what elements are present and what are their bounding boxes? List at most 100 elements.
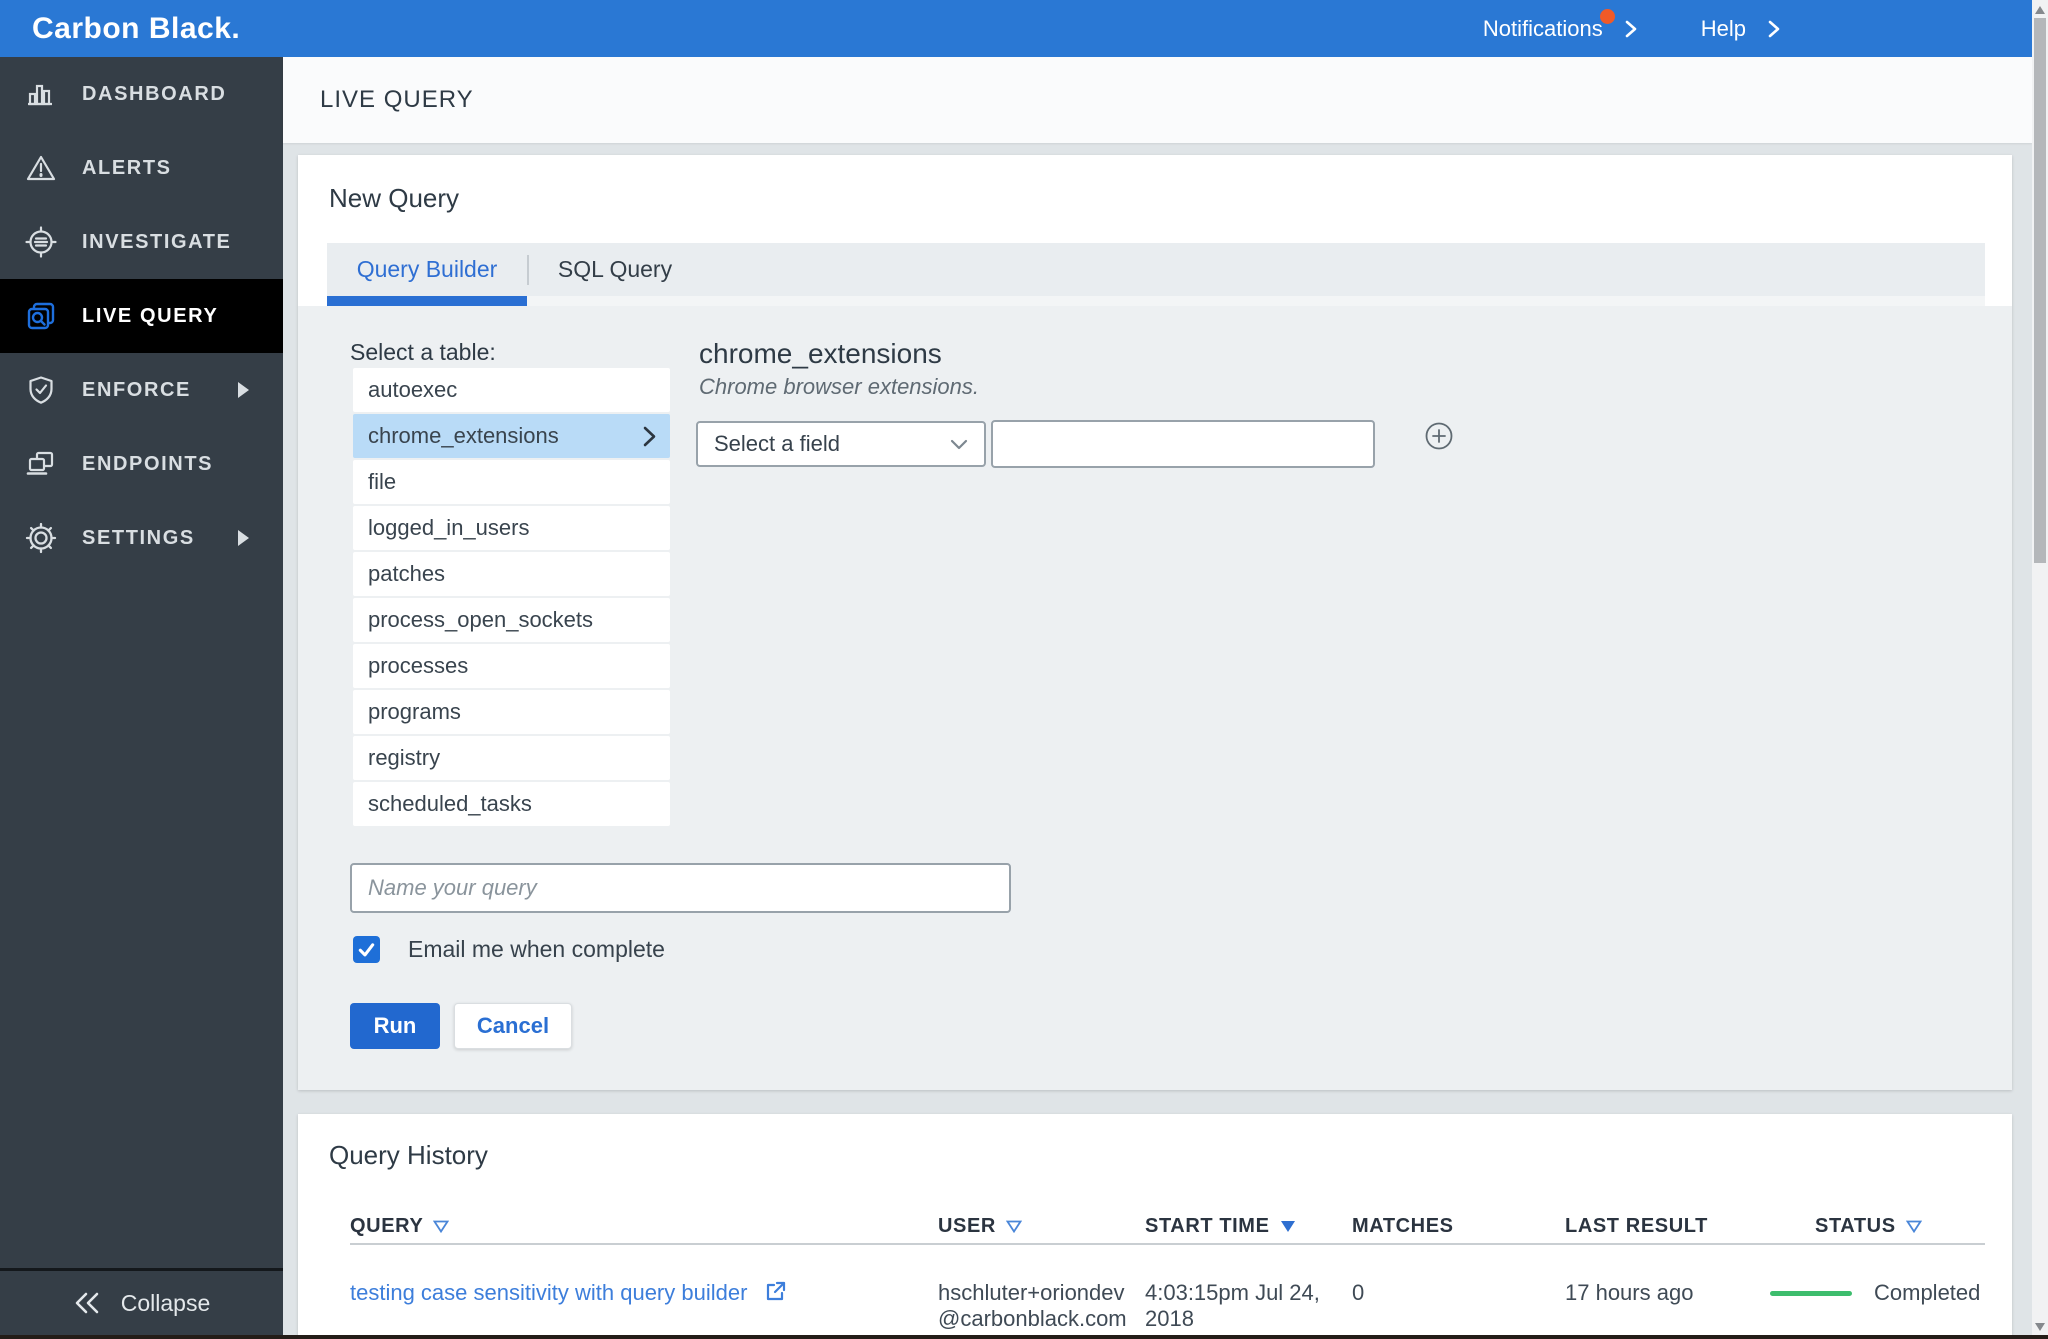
tab-sql-query[interactable]: SQL Query <box>529 256 701 283</box>
submenu-caret-icon <box>238 382 249 398</box>
sidebar-item-label: ENDPOINTS <box>82 452 214 475</box>
sidebar-item-enforce[interactable]: ENFORCE <box>0 353 283 427</box>
column-label: USER <box>938 1215 996 1237</box>
query-builder-body: Select a table: autoexec chrome_extensio… <box>298 306 2012 1090</box>
select-table-label: Select a table: <box>350 339 496 365</box>
help-button[interactable]: Help <box>1701 16 1780 42</box>
query-link[interactable]: testing case sensitivity with query buil… <box>350 1280 747 1305</box>
sidebar-item-alerts[interactable]: ALERTS <box>0 131 283 205</box>
help-label: Help <box>1700 15 1746 41</box>
history-table-row: testing case sensitivity with query buil… <box>350 1280 1985 1332</box>
run-button[interactable]: Run <box>350 1003 440 1049</box>
column-header-last-result: LAST RESULT <box>1565 1215 1770 1238</box>
table-option-logged-in-users[interactable]: logged_in_users <box>353 506 670 550</box>
sidebar-item-investigate[interactable]: INVESTIGATE <box>0 205 283 279</box>
table-option-chrome-extensions[interactable]: chrome_extensions <box>353 414 670 458</box>
page-title: LIVE QUERY <box>320 86 474 113</box>
sidebar-item-label: INVESTIGATE <box>82 230 232 253</box>
email-checkbox[interactable] <box>353 936 380 963</box>
field-value-input[interactable] <box>991 420 1375 468</box>
column-header-start-time[interactable]: START TIME <box>1145 1215 1352 1238</box>
column-header-matches: MATCHES <box>1352 1215 1565 1238</box>
column-header-status[interactable]: STATUS <box>1770 1215 1985 1238</box>
column-label: QUERY <box>350 1215 424 1237</box>
add-condition-button[interactable] <box>1424 421 1454 451</box>
sidebar-item-label: SETTINGS <box>82 526 195 549</box>
chevron-right-icon <box>1625 20 1637 37</box>
sidebar-item-dashboard[interactable]: DASHBOARD <box>0 57 283 131</box>
sidebar-collapse-button[interactable]: Collapse <box>0 1268 283 1335</box>
notifications-label: Notifications <box>1482 15 1603 41</box>
column-label: MATCHES <box>1352 1215 1454 1237</box>
bar-chart-icon <box>28 84 52 106</box>
notifications-button[interactable]: Notifications <box>1482 8 1637 42</box>
sidebar-item-label: ALERTS <box>82 156 172 179</box>
new-query-title: New Query <box>329 183 460 213</box>
notification-badge-dot <box>1599 8 1615 24</box>
status-label: Completed <box>1874 1280 1981 1305</box>
sidebar-item-live-query[interactable]: LIVE QUERY <box>0 279 283 353</box>
table-option-process-open-sockets[interactable]: process_open_sockets <box>353 598 670 642</box>
last-result-cell: 17 hours ago <box>1565 1280 1694 1305</box>
query-tabs: Query Builder SQL Query <box>327 243 1985 296</box>
main-content: LIVE QUERY New Query Query Builder SQL Q… <box>283 57 2032 1339</box>
table-option-processes[interactable]: processes <box>353 644 670 688</box>
field-select-dropdown[interactable]: Select a field <box>696 421 986 467</box>
cancel-button[interactable]: Cancel <box>454 1003 572 1049</box>
matches-cell: 0 <box>1352 1280 1365 1305</box>
shield-check-icon <box>29 376 53 404</box>
table-option-label: chrome_extensions <box>368 423 559 448</box>
investigate-scope-icon <box>25 226 57 258</box>
scrollbar-thumb[interactable] <box>2034 18 2046 563</box>
table-option-autoexec[interactable]: autoexec <box>353 368 670 412</box>
sidebar-nav: DASHBOARD ALERTS INVESTIGATE LIVE QUERY <box>0 57 283 1339</box>
live-query-search-icon <box>27 302 55 330</box>
table-option-file[interactable]: file <box>353 460 670 504</box>
top-bar-actions: Notifications Help <box>1482 8 1780 42</box>
sidebar-item-settings[interactable]: SETTINGS <box>0 501 283 575</box>
alert-triangle-icon <box>26 155 56 181</box>
chevron-down-icon <box>950 439 968 449</box>
column-header-user[interactable]: USER <box>938 1215 1145 1238</box>
column-label: LAST RESULT <box>1565 1215 1708 1237</box>
start-time-cell: 4:03:15pm Jul 24, 2018 <box>1145 1280 1320 1331</box>
tab-underline-track <box>327 296 1985 306</box>
app-window: Carbon Black. Notifications Help DASHBOA… <box>0 0 2048 1339</box>
field-select-value: Select a field <box>714 431 840 456</box>
table-list: autoexec chrome_extensions file logged_i… <box>353 368 670 828</box>
chevron-right-icon <box>643 426 656 447</box>
history-table-header: QUERY USER START TIME MATCHES LAST RESUL… <box>350 1215 1985 1238</box>
active-tab-underline <box>327 296 527 306</box>
sort-triangle-outline-icon <box>433 1220 450 1233</box>
tab-query-builder[interactable]: Query Builder <box>327 256 527 283</box>
window-bottom-edge <box>0 1335 2048 1339</box>
column-header-query[interactable]: QUERY <box>350 1215 938 1238</box>
column-label: START TIME <box>1145 1215 1270 1237</box>
new-query-card: New Query Query Builder SQL Query Select… <box>298 155 2012 1090</box>
sort-triangle-outline-icon <box>1005 1220 1022 1233</box>
query-cell: testing case sensitivity with query buil… <box>350 1280 938 1332</box>
form-actions: Run Cancel <box>350 1003 572 1049</box>
query-history-card: Query History QUERY USER START TIME MATC… <box>298 1114 2012 1339</box>
header-divider <box>350 1243 1985 1245</box>
status-cell: Completed <box>1770 1280 1985 1332</box>
scroll-up-arrow-icon[interactable] <box>2035 6 2045 14</box>
query-history-title: Query History <box>329 1140 488 1170</box>
collapse-label: Collapse <box>120 1289 211 1316</box>
email-checkbox-label: Email me when complete <box>408 936 665 962</box>
sidebar-item-endpoints[interactable]: ENDPOINTS <box>0 427 283 501</box>
table-option-patches[interactable]: patches <box>353 552 670 596</box>
external-link-icon[interactable] <box>764 1280 787 1303</box>
status-progress-bar <box>1770 1291 1852 1296</box>
table-option-programs[interactable]: programs <box>353 690 670 734</box>
sidebar-item-label: DASHBOARD <box>82 82 227 105</box>
table-option-registry[interactable]: registry <box>353 736 670 780</box>
table-option-scheduled-tasks[interactable]: scheduled_tasks <box>353 782 670 826</box>
brand-logo[interactable]: Carbon Black. <box>32 12 240 46</box>
double-chevron-left-icon <box>75 1292 99 1314</box>
query-name-input[interactable] <box>350 863 1011 913</box>
page-header: LIVE QUERY <box>283 57 2032 143</box>
scroll-down-arrow-icon[interactable] <box>2035 1323 2045 1331</box>
column-label: STATUS <box>1815 1215 1896 1237</box>
page-scrollbar[interactable] <box>2032 0 2048 1339</box>
